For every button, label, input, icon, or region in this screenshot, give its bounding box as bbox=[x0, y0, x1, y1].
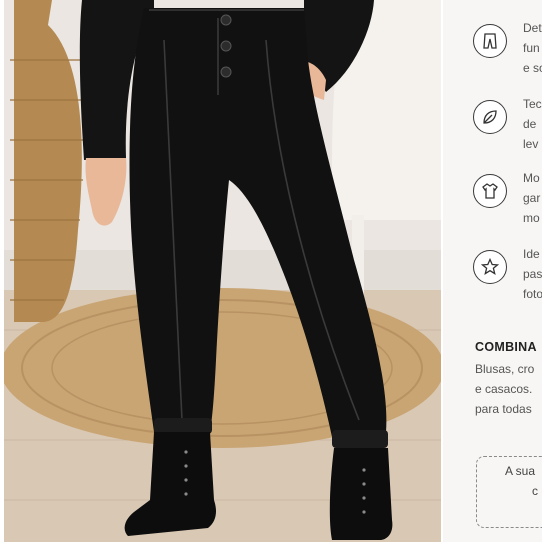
feature-text: Ide pas foto bbox=[523, 247, 542, 301]
size-help-line: A sua bbox=[505, 464, 536, 478]
feature-text: Det fun e so bbox=[523, 21, 542, 75]
product-info-panel: Det fun e so Tec de lev Mo gar mo Ide bbox=[443, 0, 542, 542]
combine-title: COMBINA bbox=[475, 340, 537, 354]
feature-text: Mo gar mo bbox=[523, 171, 541, 225]
product-photo-illustration bbox=[4, 0, 441, 542]
feature-item: Ide pas foto bbox=[473, 247, 542, 301]
combine-section: COMBINA Blusas, cro e casacos. para toda… bbox=[475, 340, 542, 419]
star-icon bbox=[473, 250, 507, 284]
leaf-icon bbox=[473, 100, 507, 134]
pants-icon bbox=[473, 24, 507, 58]
product-photo bbox=[4, 0, 441, 542]
size-help-line: c bbox=[532, 484, 538, 498]
combine-text: Blusas, cro e casacos. para todas bbox=[475, 362, 535, 416]
feature-text: Tec de lev bbox=[523, 97, 542, 151]
size-help-box[interactable]: A sua c bbox=[476, 456, 542, 528]
feature-item: Mo gar mo bbox=[473, 171, 542, 225]
feature-item: Tec de lev bbox=[473, 97, 542, 151]
tshirt-icon bbox=[473, 174, 507, 208]
feature-item: Det fun e so bbox=[473, 21, 542, 75]
